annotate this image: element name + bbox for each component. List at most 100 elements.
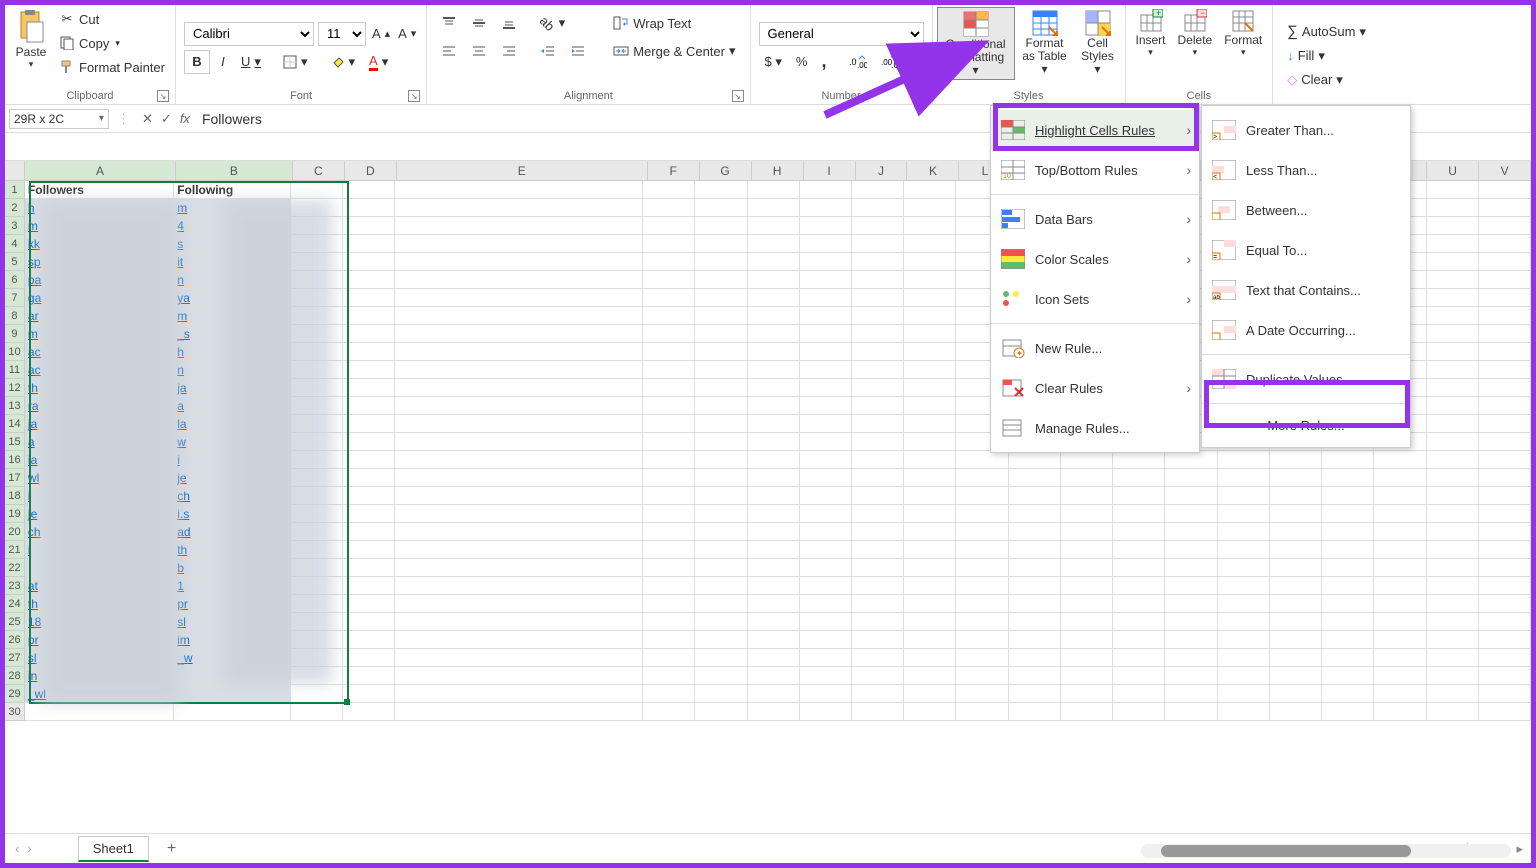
row-header[interactable]: 12 bbox=[5, 379, 25, 397]
cell[interactable] bbox=[904, 613, 956, 631]
cell[interactable] bbox=[1009, 541, 1061, 559]
cell[interactable] bbox=[1479, 433, 1531, 451]
cell[interactable] bbox=[1113, 559, 1165, 577]
cell[interactable] bbox=[800, 469, 852, 487]
cell[interactable] bbox=[904, 685, 956, 703]
cell[interactable] bbox=[852, 307, 904, 325]
cell[interactable]: m bbox=[25, 217, 174, 235]
cell[interactable] bbox=[695, 631, 747, 649]
cell[interactable] bbox=[1113, 451, 1165, 469]
cell[interactable] bbox=[695, 469, 747, 487]
cell[interactable]: sl bbox=[25, 649, 174, 667]
cell[interactable] bbox=[343, 199, 395, 217]
delete-button[interactable]: −Delete▾ bbox=[1172, 7, 1219, 60]
cell[interactable] bbox=[852, 523, 904, 541]
cell[interactable] bbox=[1374, 487, 1426, 505]
cell[interactable] bbox=[956, 667, 1008, 685]
cell[interactable] bbox=[904, 361, 956, 379]
cell[interactable]: sp bbox=[25, 253, 174, 271]
cell[interactable] bbox=[291, 451, 343, 469]
cell[interactable] bbox=[1270, 487, 1322, 505]
cell[interactable] bbox=[1427, 379, 1479, 397]
cell[interactable] bbox=[852, 703, 904, 721]
cell[interactable] bbox=[904, 379, 956, 397]
cell[interactable] bbox=[1322, 649, 1374, 667]
cell[interactable] bbox=[852, 685, 904, 703]
cell[interactable]: 4 bbox=[174, 217, 290, 235]
cell[interactable] bbox=[852, 613, 904, 631]
cell[interactable]: ar bbox=[25, 307, 174, 325]
cell[interactable] bbox=[343, 271, 395, 289]
cell[interactable]: ga bbox=[25, 289, 174, 307]
cell[interactable] bbox=[291, 181, 343, 199]
cell[interactable] bbox=[748, 325, 800, 343]
cell[interactable] bbox=[291, 541, 343, 559]
cell[interactable] bbox=[395, 343, 643, 361]
cell[interactable] bbox=[643, 667, 695, 685]
cell[interactable]: th bbox=[25, 595, 174, 613]
cell[interactable] bbox=[1009, 649, 1061, 667]
cell[interactable] bbox=[1009, 469, 1061, 487]
cell[interactable] bbox=[1374, 667, 1426, 685]
cell[interactable] bbox=[852, 559, 904, 577]
cell[interactable] bbox=[1218, 703, 1270, 721]
underline-button[interactable]: U ▾ bbox=[236, 50, 266, 74]
cell[interactable] bbox=[1061, 541, 1113, 559]
alignment-launcher[interactable]: ↘ bbox=[732, 90, 744, 102]
menu-clear-rules[interactable]: Clear Rules bbox=[991, 368, 1199, 408]
row-header[interactable]: 5 bbox=[5, 253, 25, 271]
menu-manage-rules[interactable]: Manage Rules... bbox=[991, 408, 1199, 448]
cell[interactable]: ya bbox=[174, 289, 290, 307]
cell[interactable] bbox=[1165, 595, 1217, 613]
cell[interactable] bbox=[1218, 487, 1270, 505]
cell[interactable] bbox=[1427, 361, 1479, 379]
format-button[interactable]: Format▾ bbox=[1218, 7, 1268, 60]
cell[interactable]: n bbox=[174, 361, 290, 379]
cell[interactable] bbox=[343, 433, 395, 451]
cell[interactable]: in bbox=[25, 667, 174, 685]
cell[interactable] bbox=[643, 703, 695, 721]
cell[interactable] bbox=[643, 523, 695, 541]
cell[interactable] bbox=[1270, 541, 1322, 559]
cell[interactable] bbox=[643, 415, 695, 433]
cell[interactable] bbox=[956, 595, 1008, 613]
cell[interactable] bbox=[852, 631, 904, 649]
cell[interactable] bbox=[748, 343, 800, 361]
cell[interactable] bbox=[643, 253, 695, 271]
cell[interactable] bbox=[1218, 613, 1270, 631]
cell[interactable] bbox=[343, 577, 395, 595]
fx-button[interactable]: fx bbox=[176, 111, 194, 126]
cell[interactable] bbox=[852, 595, 904, 613]
cell[interactable] bbox=[904, 505, 956, 523]
cell[interactable] bbox=[343, 325, 395, 343]
cell[interactable] bbox=[395, 235, 643, 253]
cell[interactable] bbox=[1270, 685, 1322, 703]
fill-button[interactable]: ↓Fill ▾ bbox=[1281, 44, 1331, 68]
cell[interactable] bbox=[852, 271, 904, 289]
font-launcher[interactable]: ↘ bbox=[408, 90, 420, 102]
cell[interactable]: h bbox=[174, 343, 290, 361]
cell[interactable] bbox=[956, 613, 1008, 631]
cell[interactable] bbox=[748, 505, 800, 523]
row-header[interactable]: 1 bbox=[5, 181, 25, 199]
cell[interactable] bbox=[956, 631, 1008, 649]
row-header[interactable]: 3 bbox=[5, 217, 25, 235]
row-header[interactable]: 19 bbox=[5, 505, 25, 523]
cell[interactable] bbox=[1113, 523, 1165, 541]
format-painter-button[interactable]: Format Painter bbox=[53, 55, 171, 79]
cell[interactable] bbox=[1479, 667, 1531, 685]
cell[interactable] bbox=[291, 469, 343, 487]
cell[interactable] bbox=[1479, 649, 1531, 667]
cell[interactable] bbox=[343, 289, 395, 307]
cell[interactable] bbox=[904, 487, 956, 505]
menu-top-bottom-rules[interactable]: 10 Top/Bottom Rules bbox=[991, 150, 1199, 190]
cell[interactable] bbox=[956, 559, 1008, 577]
font-color-button[interactable]: A ▾ bbox=[363, 50, 394, 74]
cell[interactable] bbox=[904, 271, 956, 289]
cell[interactable] bbox=[748, 361, 800, 379]
cell[interactable] bbox=[1165, 559, 1217, 577]
cell[interactable] bbox=[695, 217, 747, 235]
cell[interactable]: ac bbox=[25, 343, 174, 361]
sheet-tab-1[interactable]: Sheet1 bbox=[78, 836, 149, 862]
cell[interactable]: pr bbox=[174, 595, 290, 613]
